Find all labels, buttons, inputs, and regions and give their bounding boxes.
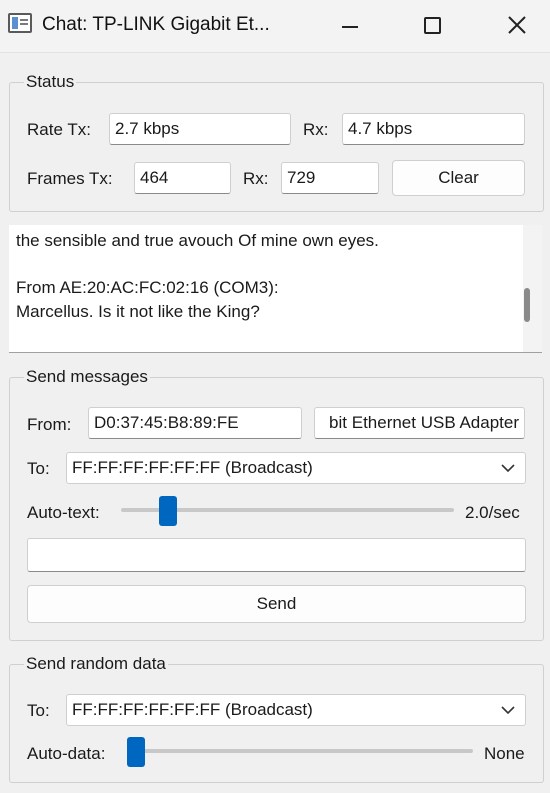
chat-line: Marcellus. Is it not like the King? [16, 302, 260, 321]
auto-data-slider-track[interactable] [127, 749, 473, 753]
window-title: Chat: TP-LINK Gigabit Et... [42, 14, 270, 35]
rate-rx-field: 4.7 kbps [342, 113, 525, 145]
auto-text-slider-handle[interactable] [158, 496, 177, 526]
chevron-down-icon [501, 706, 515, 715]
frames-tx-label: Frames Tx: [27, 169, 113, 188]
to-select[interactable]: FF:FF:FF:FF:FF:FF (Broadcast) [66, 452, 526, 484]
message-input[interactable] [27, 538, 526, 572]
chat-scroll-thumb[interactable] [524, 288, 530, 322]
close-icon[interactable] [488, 0, 548, 52]
auto-text-value: 2.0/sec [465, 503, 520, 522]
status-legend: Status [24, 72, 77, 92]
frames-tx-field: 464 [134, 162, 231, 194]
clear-button[interactable]: Clear [392, 160, 525, 196]
chat-line: From AE:20:AC:FC:02:16 (COM3): [16, 278, 279, 297]
to-select-value: FF:FF:FF:FF:FF:FF (Broadcast) [72, 458, 313, 477]
frames-rx-field: 729 [281, 162, 379, 194]
from-label: From: [27, 415, 72, 434]
rate-tx-field: 2.7 kbps [109, 113, 291, 145]
title-bar: Chat: TP-LINK Gigabit Et... [0, 0, 550, 53]
rate-tx-label: Rate Tx: [27, 120, 91, 139]
from-adapter-field[interactable]: bit Ethernet USB Adapter [314, 407, 525, 439]
send-random-legend: Send random data [24, 654, 168, 674]
chat-line: the sensible and true avouch Of mine own… [16, 231, 379, 250]
auto-text-label: Auto-text: [27, 503, 100, 522]
random-to-select-value: FF:FF:FF:FF:FF:FF (Broadcast) [72, 700, 313, 719]
random-to-select[interactable]: FF:FF:FF:FF:FF:FF (Broadcast) [66, 694, 526, 726]
maximize-icon[interactable] [402, 0, 462, 52]
from-address-field[interactable]: D0:37:45:B8:89:FE [88, 407, 302, 439]
auto-data-slider-handle[interactable] [127, 737, 145, 767]
auto-data-label: Auto-data: [27, 744, 106, 763]
random-to-label: To: [27, 701, 50, 720]
chat-window-icon [8, 13, 32, 33]
chat-log[interactable]: the sensible and true avouch Of mine own… [9, 225, 542, 353]
rate-rx-label: Rx: [303, 120, 329, 139]
send-button[interactable]: Send [27, 585, 526, 623]
chevron-down-icon [501, 464, 515, 473]
auto-data-value: None [484, 744, 525, 763]
to-label: To: [27, 459, 50, 478]
minimize-icon[interactable] [318, 0, 378, 52]
frames-rx-label: Rx: [243, 169, 269, 188]
send-messages-legend: Send messages [24, 367, 150, 387]
